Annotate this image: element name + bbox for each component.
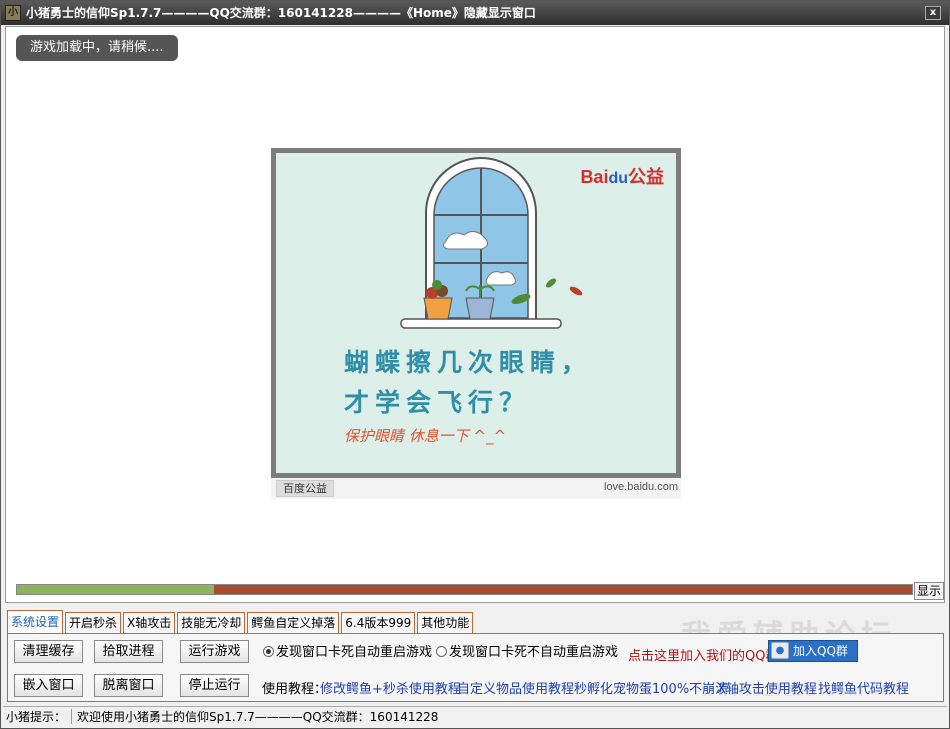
tab-6[interactable]: 其他功能	[417, 612, 474, 633]
status-divider	[71, 709, 73, 724]
baidu-logo-text: Bai	[580, 167, 609, 187]
app-icon: 小	[5, 5, 21, 21]
stop-run-button[interactable]: 停止运行	[180, 674, 249, 697]
no-auto-restart-label: 发现窗口卡死不自动重启游戏	[449, 645, 619, 660]
game-view: 游戏加载中，请稍候.... Baidu公益 蝴蝶擦几次眼睛， 才学会飞行？ 保护…	[5, 26, 945, 603]
radio-unselected-icon	[436, 646, 447, 657]
loading-progress-bar	[16, 584, 913, 595]
auto-restart-radio[interactable]: 发现窗口卡死自动重启游戏	[263, 645, 432, 661]
run-game-button[interactable]: 运行游戏	[180, 640, 249, 663]
tab-3[interactable]: 技能无冷却	[177, 612, 246, 633]
tab-0[interactable]: 系统设置	[7, 610, 64, 633]
detach-window-button[interactable]: 脱离窗口	[94, 674, 163, 697]
clear-cache-button[interactable]: 清理缓存	[14, 640, 83, 663]
auto-restart-label: 发现窗口卡死自动重启游戏	[276, 645, 433, 660]
window-title: 小猪勇士的信仰Sp1.7.7————QQ交流群：160141228————《Ho…	[26, 6, 536, 20]
slogan-line-1: 蝴蝶擦几次眼睛，	[344, 348, 593, 377]
ad-footer: 百度公益 love.baidu.com	[271, 478, 681, 499]
status-label: 小猪提示：	[6, 710, 67, 724]
tutorial-link-custom-items[interactable]: 自定义物品使用教程	[457, 678, 574, 697]
ad-url[interactable]: love.baidu.com	[604, 481, 678, 493]
join-qq-button[interactable]: ● 加入QQ群	[768, 640, 858, 662]
slogan-sub: 保护眼睛 休息一下 ^_^	[344, 427, 507, 445]
progress-fill	[17, 585, 214, 594]
window-sill-icon	[400, 318, 562, 329]
pick-process-button[interactable]: 拾取进程	[94, 640, 163, 663]
tutorial-link-crocodile-kill[interactable]: 修改鳄鱼+秒杀使用教程	[320, 678, 461, 697]
show-button[interactable]: 显示	[914, 582, 944, 600]
tab-2[interactable]: X轴攻击	[123, 612, 176, 633]
loading-toast: 游戏加载中，请稍候....	[16, 35, 178, 61]
function-tabs: 系统设置 开启秒杀 X轴攻击 技能无冷却 鳄鱼自定义掉落 6.4版本999 其他功能	[7, 610, 475, 634]
status-text: 欢迎使用小猪勇士的信仰Sp1.7.7————QQ交流群：160141228	[77, 710, 439, 724]
leaf-icon	[569, 286, 583, 296]
join-qq-button-label: 加入QQ群	[793, 644, 848, 658]
tutorials-label: 使用教程：	[262, 682, 328, 697]
close-button[interactable]: x	[925, 6, 941, 20]
qq-group-icon: ●	[771, 642, 789, 659]
embed-window-button[interactable]: 嵌入窗口	[14, 674, 83, 697]
slogan-line-2: 才学会飞行？	[344, 388, 531, 417]
no-auto-restart-radio[interactable]: 发现窗口卡死不自动重启游戏	[436, 645, 618, 661]
title-bar[interactable]: 小 小猪勇士的信仰Sp1.7.7————QQ交流群：160141228————《…	[1, 1, 949, 25]
radio-selected-icon	[263, 646, 274, 657]
baidu-ad-banner[interactable]: Baidu公益 蝴蝶擦几次眼睛， 才学会飞行？ 保护眼睛 休息一下 ^_^	[271, 148, 681, 478]
tab-5[interactable]: 6.4版本999	[341, 612, 416, 633]
forum-watermark-url: www.52fzba.com	[701, 681, 866, 700]
join-qq-text[interactable]: 点击这里加入我们的QQ群:	[628, 645, 783, 664]
status-bar: 小猪提示： 欢迎使用小猪勇士的信仰Sp1.7.7————QQ交流群：1601412…	[3, 706, 947, 727]
baidu-charity-link[interactable]: 百度公益	[276, 480, 334, 497]
baidu-paw-icon: du	[608, 170, 628, 187]
baidu-logo-suffix: 公益	[628, 167, 664, 187]
tab-4[interactable]: 鳄鱼自定义掉落	[247, 612, 340, 633]
leaf-icon	[546, 278, 556, 288]
main-window: 小 小猪勇士的信仰Sp1.7.7————QQ交流群：160141228————《…	[0, 0, 950, 729]
tab-1[interactable]: 开启秒杀	[65, 612, 122, 633]
baidu-logo: Baidu公益	[580, 163, 664, 189]
